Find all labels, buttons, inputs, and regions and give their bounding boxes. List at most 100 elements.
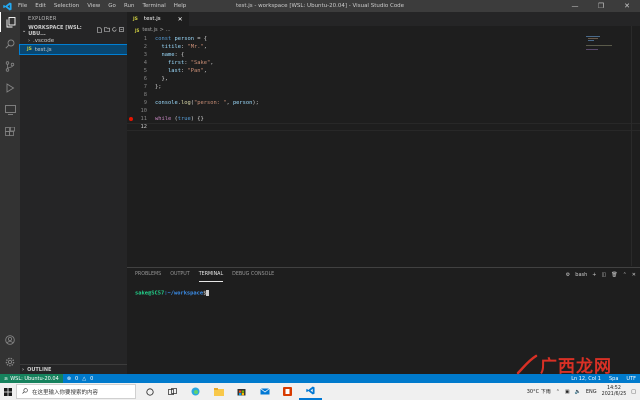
code-line[interactable]: 8	[127, 91, 640, 99]
terminal-prompt[interactable]: sake@SC57:~/workspace$	[135, 290, 210, 297]
line-number[interactable]: 9	[127, 99, 155, 107]
restore-icon[interactable]: ❐	[588, 0, 614, 12]
menu-run[interactable]: Run	[120, 0, 139, 12]
svg-text:广西龙网: 广西龙网	[540, 356, 612, 377]
source-control-icon[interactable]	[0, 56, 20, 76]
shell-selector[interactable]: bash	[575, 272, 587, 278]
line-number[interactable]: 12	[127, 124, 155, 130]
line-number[interactable]: 1	[127, 35, 155, 43]
add-terminal-icon[interactable]: +	[592, 272, 596, 278]
menu-help[interactable]: Help	[170, 0, 191, 12]
code-line[interactable]: 2 titile: "Mr.",	[127, 43, 640, 51]
search-icon[interactable]	[0, 34, 20, 54]
code-line[interactable]: 3 name: {	[127, 51, 640, 59]
problems-indicator[interactable]: ⊗ 0 △ 0	[63, 376, 93, 382]
code-token: "Mr."	[187, 44, 204, 50]
line-number[interactable]: 10	[127, 107, 155, 115]
line-number[interactable]: 8	[127, 91, 155, 99]
terminal-path: :~/workspace	[164, 290, 204, 297]
gear-icon[interactable]	[0, 352, 20, 372]
extensions-icon[interactable]	[0, 122, 20, 142]
terminal-user: sake@SC57	[135, 290, 165, 297]
code-line[interactable]: 1 const person = {	[127, 35, 640, 43]
explorer-icon[interactable]	[0, 12, 21, 32]
new-folder-icon[interactable]	[104, 27, 110, 35]
network-icon[interactable]: ▣	[565, 389, 570, 395]
breakpoint-icon[interactable]	[129, 117, 133, 121]
refresh-icon[interactable]	[112, 27, 117, 35]
minimap[interactable]	[586, 36, 626, 56]
close-icon[interactable]: ✕	[178, 16, 183, 23]
tab-test-js[interactable]: JS test.js ✕	[127, 12, 189, 26]
split-terminal-icon[interactable]: ◫	[602, 272, 607, 278]
collapse-all-icon[interactable]	[119, 27, 124, 35]
tree-item-test-js[interactable]: JS test.js	[19, 44, 128, 55]
file-explorer-icon[interactable]	[207, 383, 230, 400]
minimize-icon[interactable]: —	[562, 0, 588, 12]
code-line[interactable]: 10	[127, 107, 640, 115]
menu-file[interactable]: File	[14, 0, 31, 12]
code-token: name	[161, 52, 175, 58]
line-number[interactable]: 5	[127, 67, 155, 75]
task-view-icon[interactable]	[161, 383, 184, 400]
maximize-panel-icon[interactable]: ⌃	[623, 272, 627, 278]
tab-problems[interactable]: PROBLEMS	[135, 268, 161, 282]
edge-icon[interactable]	[184, 383, 207, 400]
code-token: "person: "	[193, 100, 227, 106]
outline-section-header[interactable]: › OUTLINE	[20, 364, 129, 374]
windows-start-icon[interactable]	[0, 383, 16, 400]
mail-icon[interactable]	[253, 383, 276, 400]
menu-edit[interactable]: Edit	[31, 0, 50, 12]
store-icon[interactable]	[230, 383, 253, 400]
remote-indicator[interactable]: ≳ WSL: Ubuntu-20.04	[0, 374, 63, 383]
js-file-icon: JS	[27, 47, 32, 52]
tab-terminal[interactable]: TERMINAL	[198, 268, 224, 282]
menu-go[interactable]: Go	[104, 0, 120, 12]
tab-output[interactable]: OUTPUT	[170, 268, 190, 282]
kill-terminal-icon[interactable]: 🗑	[611, 272, 617, 278]
code-line[interactable]: 4 first: "Sake",	[127, 59, 640, 67]
input-language[interactable]: ENG	[586, 389, 597, 395]
close-panel-icon[interactable]: ✕	[632, 272, 636, 278]
clock[interactable]: 14:52 2021/6/25	[602, 386, 627, 398]
editor-scrollbar[interactable]	[631, 26, 640, 266]
breadcrumb-file[interactable]: test.js	[142, 26, 157, 35]
notification-icon[interactable]: □	[631, 389, 636, 395]
vscode-taskbar-icon[interactable]	[299, 383, 322, 400]
line-number[interactable]: 11	[127, 115, 155, 123]
error-icon: ⊗	[66, 375, 72, 382]
remote-explorer-icon[interactable]	[0, 100, 20, 120]
menu-terminal[interactable]: Terminal	[138, 0, 169, 12]
taskbar-search-input[interactable]: 在这里输入你要搜索的内容	[16, 384, 136, 399]
menu-view[interactable]: View	[83, 0, 104, 12]
line-number[interactable]: 3	[127, 51, 155, 59]
code-text: const person = {	[155, 35, 207, 43]
tray-chevron-icon[interactable]: ⌃	[556, 389, 560, 395]
menu-selection[interactable]: Selection	[50, 0, 83, 12]
cortana-icon[interactable]	[138, 383, 161, 400]
code-line[interactable]: 5 last: "Pan",	[127, 67, 640, 75]
office-icon[interactable]	[276, 383, 299, 400]
run-debug-icon[interactable]	[0, 78, 20, 98]
new-file-icon[interactable]	[97, 27, 102, 35]
workspace-section-header[interactable]: ⌄ WORKSPACE [WSL: UBU...	[20, 25, 127, 37]
tree-item-vscode[interactable]: › .vscode	[20, 36, 127, 45]
line-number[interactable]: 7	[127, 83, 155, 91]
code-line[interactable]: 11 while (true) {}	[127, 115, 640, 123]
line-number[interactable]: 6	[127, 75, 155, 83]
volume-icon[interactable]: 🔈	[575, 389, 581, 395]
weather-status[interactable]: 30°C 下雨	[527, 388, 551, 395]
account-icon[interactable]	[0, 330, 20, 350]
tab-debug-console[interactable]: DEBUG CONSOLE	[232, 268, 274, 282]
line-number[interactable]: 2	[127, 43, 155, 51]
code-line[interactable]: 6 },	[127, 75, 640, 83]
close-icon[interactable]: ✕	[614, 0, 640, 12]
code-line[interactable]: 9 console.log("person: ", person);	[127, 99, 640, 107]
code-line[interactable]: 7};	[127, 83, 640, 91]
panel-tabs: PROBLEMS OUTPUT TERMINAL DEBUG CONSOLE	[127, 268, 640, 282]
breadcrumb-symbol[interactable]: ...	[166, 26, 171, 35]
line-number[interactable]: 4	[127, 59, 155, 67]
code-text: },	[155, 75, 168, 83]
code-line[interactable]: 12	[127, 123, 640, 131]
code-editor[interactable]: 1 const person = {2 titile: "Mr.", 3 name:…	[127, 35, 640, 131]
